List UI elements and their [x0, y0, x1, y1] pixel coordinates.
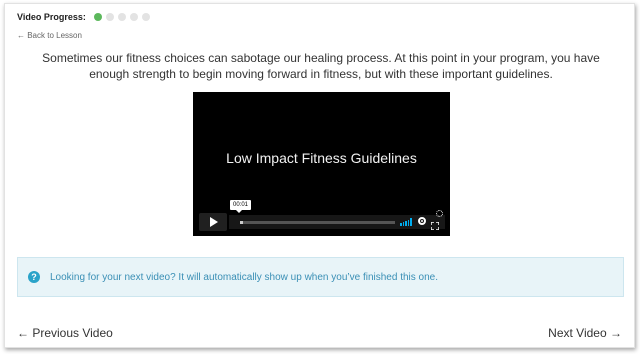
lesson-panel: Video Progress: ← Back to Lesson Sometim…	[4, 3, 635, 348]
progress-dot-2	[105, 13, 114, 21]
next-video-notice-text: Looking for your next video? It will aut…	[50, 271, 438, 283]
video-title: Low Impact Fitness Guidelines	[226, 150, 417, 166]
video-progress: Video Progress:	[17, 12, 154, 22]
progress-dot-1	[93, 13, 102, 21]
volume-icon[interactable]	[400, 218, 413, 226]
video-player[interactable]: Low Impact Fitness Guidelines 00:01	[193, 92, 450, 236]
next-video-link[interactable]: Next Video →	[548, 326, 622, 340]
progress-dot-3	[117, 13, 126, 21]
previous-video-link[interactable]: ← Previous Video	[17, 326, 113, 340]
progress-dot-5	[141, 13, 150, 21]
seek-bar[interactable]	[240, 221, 395, 224]
intro-text: Sometimes our fitness choices can sabota…	[42, 51, 600, 81]
next-video-notice: ? Looking for your next video? It will a…	[17, 257, 624, 297]
current-time-tooltip: 00:01	[230, 200, 252, 213]
loading-spinner-icon	[436, 210, 443, 217]
back-to-lesson-link[interactable]: ← Back to Lesson	[17, 31, 82, 40]
video-progress-label: Video Progress:	[17, 12, 86, 22]
question-circle-icon: ?	[28, 271, 40, 283]
progress-dot-4	[129, 13, 138, 21]
gear-icon[interactable]	[417, 216, 427, 226]
play-icon	[210, 217, 218, 227]
seek-bar-fill	[240, 221, 244, 224]
fullscreen-icon[interactable]	[430, 217, 440, 231]
play-button[interactable]	[199, 213, 227, 231]
